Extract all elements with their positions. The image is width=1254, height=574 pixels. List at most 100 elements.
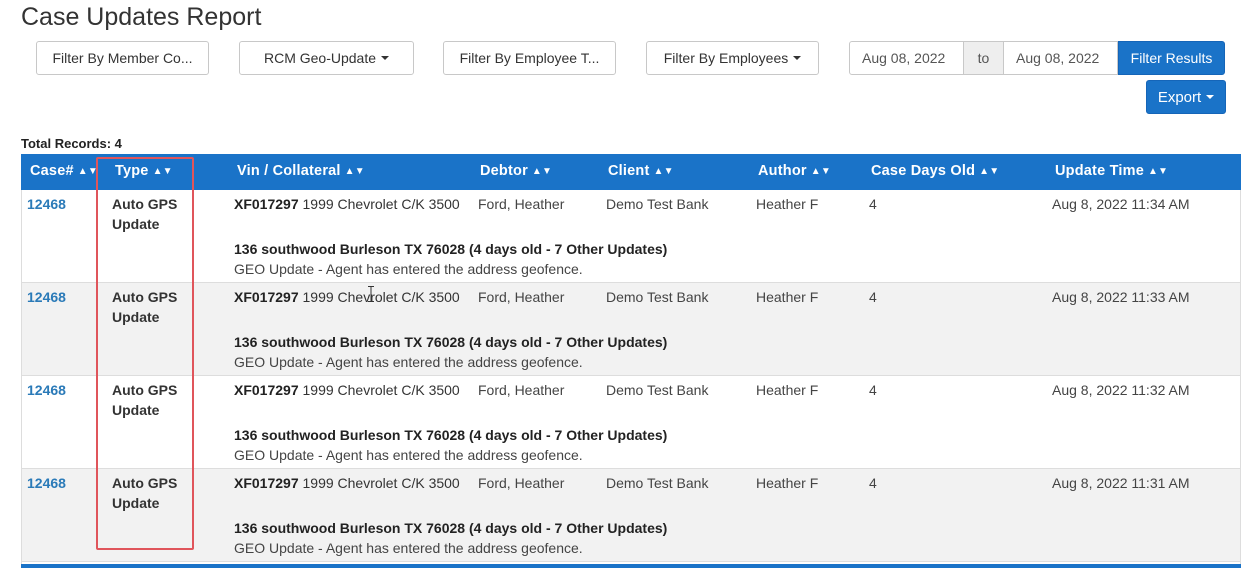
type-line-1: Auto GPS xyxy=(112,382,178,398)
case-link[interactable]: 12468 xyxy=(27,382,66,398)
filter-employees-label: Filter By Employees xyxy=(663,50,789,66)
debtor: Ford, Heather xyxy=(478,289,565,305)
case-updates-table: Case# ▲▼ Type ▲▼ Vin / Collateral ▲▼ Debtor… xyxy=(21,154,1241,562)
header-type[interactable]: Type ▲▼ xyxy=(115,163,173,179)
days-old: 4 xyxy=(869,289,877,305)
days-old: 4 xyxy=(869,382,877,398)
date-from-input[interactable]: Aug 08, 2022 xyxy=(849,41,964,75)
export-label: Export xyxy=(1157,88,1202,106)
author: Heather F xyxy=(756,289,819,305)
type-cell: Auto GPS Update xyxy=(112,473,192,513)
header-client[interactable]: Client ▲▼ xyxy=(608,163,674,179)
date-to-label: to xyxy=(964,41,1003,75)
filter-member-company-button[interactable]: Filter By Member Co... xyxy=(36,41,209,75)
header-author-label: Author xyxy=(758,163,807,179)
type-line-1: Auto GPS xyxy=(112,475,178,491)
update-time: Aug 8, 2022 11:31 AM xyxy=(1052,475,1190,491)
address: 136 southwood Burleson TX 76028 (4 days … xyxy=(234,241,668,257)
sort-icon: ▲▼ xyxy=(810,166,831,177)
caret-down-icon xyxy=(381,56,390,60)
type-line-1: Auto GPS xyxy=(112,289,178,305)
table-header: Case# ▲▼ Type ▲▼ Vin / Collateral ▲▼ Debtor… xyxy=(21,154,1241,190)
table-bottom-bar xyxy=(21,564,1241,568)
table-border-left xyxy=(21,190,22,564)
type-cell: Auto GPS Update xyxy=(112,380,192,420)
filter-results-button[interactable]: Filter Results xyxy=(1118,41,1225,75)
table-row: 12468 Auto GPS Update XF017297 1999 Chev… xyxy=(21,376,1241,469)
header-author[interactable]: Author ▲▼ xyxy=(758,163,831,179)
type-line-2: Update xyxy=(112,402,160,418)
address: 136 southwood Burleson TX 76028 (4 days … xyxy=(234,334,668,350)
collateral: 1999 Chevrolet C/K 3500 xyxy=(302,382,460,398)
update-note: GEO Update - Agent has entered the addre… xyxy=(234,354,583,370)
date-to-input[interactable]: Aug 08, 2022 xyxy=(1003,41,1118,75)
vin-collateral: XF017297 1999 Chevrolet C/K 3500 xyxy=(234,475,460,491)
header-case-days-old-label: Case Days Old xyxy=(871,163,976,179)
vin-collateral: XF017297 1999 Chevrolet C/K 3500 xyxy=(234,196,460,212)
header-debtor-label: Debtor xyxy=(480,163,528,179)
header-vin[interactable]: Vin / Collateral ▲▼ xyxy=(237,163,365,179)
vin-number: XF017297 xyxy=(234,289,299,305)
filter-employee-type-label: Filter By Employee T... xyxy=(459,50,600,66)
vin-number: XF017297 xyxy=(234,475,299,491)
vin-number: XF017297 xyxy=(234,382,299,398)
debtor: Ford, Heather xyxy=(478,196,565,212)
debtor: Ford, Heather xyxy=(478,475,565,491)
header-client-label: Client xyxy=(608,163,650,179)
client: Demo Test Bank xyxy=(606,382,709,398)
table-row: 12468 Auto GPS Update XF017297 1999 Chev… xyxy=(21,190,1241,283)
type-line-2: Update xyxy=(112,495,160,511)
table-row: 12468 Auto GPS Update XF017297 1999 Chev… xyxy=(21,283,1241,376)
date-range-group: Aug 08, 2022 to Aug 08, 2022 Filter Resu… xyxy=(849,41,1225,75)
author: Heather F xyxy=(756,382,819,398)
update-time: Aug 8, 2022 11:34 AM xyxy=(1052,196,1190,212)
client: Demo Test Bank xyxy=(606,475,709,491)
geo-update-label: RCM Geo-Update xyxy=(263,50,377,66)
update-note: GEO Update - Agent has entered the addre… xyxy=(234,447,583,463)
client: Demo Test Bank xyxy=(606,289,709,305)
update-note: GEO Update - Agent has entered the addre… xyxy=(234,261,583,277)
header-vin-label: Vin / Collateral xyxy=(237,163,341,179)
sort-icon: ▲▼ xyxy=(344,166,365,177)
type-line-2: Update xyxy=(112,216,160,232)
case-link[interactable]: 12468 xyxy=(27,196,66,212)
header-debtor[interactable]: Debtor ▲▼ xyxy=(480,163,552,179)
caret-down-icon xyxy=(1206,95,1215,99)
case-link[interactable]: 12468 xyxy=(27,289,66,305)
total-records: Total Records: 4 xyxy=(21,136,122,151)
export-button[interactable]: Export xyxy=(1146,80,1226,114)
filter-member-company-label: Filter By Member Co... xyxy=(52,50,193,66)
type-cell: Auto GPS Update xyxy=(112,194,192,234)
vin-collateral: XF017297 1999 Chevrolet C/K 3500 xyxy=(234,382,460,398)
table-row: 12468 Auto GPS Update XF017297 1999 Chev… xyxy=(21,469,1241,562)
header-update-time[interactable]: Update Time ▲▼ xyxy=(1055,163,1168,179)
author: Heather F xyxy=(756,196,819,212)
text-cursor-icon xyxy=(368,286,374,302)
page-title: Case Updates Report xyxy=(21,3,262,31)
table-border-right xyxy=(1240,190,1241,564)
address: 136 southwood Burleson TX 76028 (4 days … xyxy=(234,427,668,443)
filter-employees-dropdown[interactable]: Filter By Employees xyxy=(646,41,819,75)
vin-number: XF017297 xyxy=(234,196,299,212)
header-case[interactable]: Case# ▲▼ xyxy=(30,163,98,179)
header-case-label: Case# xyxy=(30,163,74,179)
collateral: 1999 Chevrolet C/K 3500 xyxy=(302,196,460,212)
update-time: Aug 8, 2022 11:32 AM xyxy=(1052,382,1190,398)
type-cell: Auto GPS Update xyxy=(112,287,192,327)
sort-icon: ▲▼ xyxy=(1147,166,1169,177)
geo-update-dropdown[interactable]: RCM Geo-Update xyxy=(239,41,414,75)
days-old: 4 xyxy=(869,196,877,212)
days-old: 4 xyxy=(869,475,877,491)
sort-icon: ▲▼ xyxy=(531,166,553,177)
author: Heather F xyxy=(756,475,819,491)
sort-icon: ▲▼ xyxy=(77,166,98,177)
collateral: 1999 Chevrolet C/K 3500 xyxy=(302,289,460,305)
header-type-label: Type xyxy=(115,163,149,179)
header-case-days-old[interactable]: Case Days Old ▲▼ xyxy=(871,163,999,179)
filter-employee-type-button[interactable]: Filter By Employee T... xyxy=(443,41,616,75)
case-link[interactable]: 12468 xyxy=(27,475,66,491)
update-time: Aug 8, 2022 11:33 AM xyxy=(1052,289,1190,305)
debtor: Ford, Heather xyxy=(478,382,565,398)
sort-icon: ▲▼ xyxy=(653,166,674,177)
update-note: GEO Update - Agent has entered the addre… xyxy=(234,540,583,556)
